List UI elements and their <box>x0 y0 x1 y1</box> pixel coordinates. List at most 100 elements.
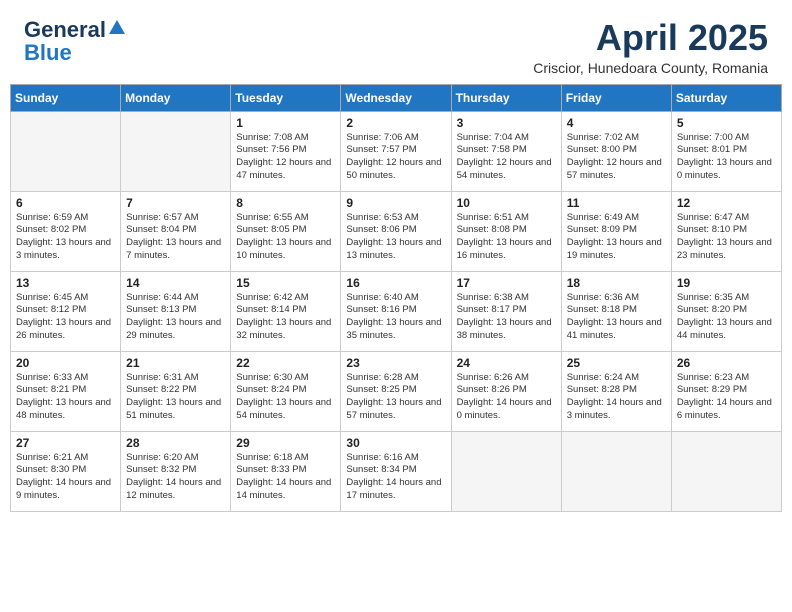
calendar-cell <box>561 431 671 511</box>
day-number: 12 <box>677 196 776 210</box>
cell-sun-info: Sunrise: 6:45 AM Sunset: 8:12 PM Dayligh… <box>16 292 115 343</box>
calendar-cell: 24Sunrise: 6:26 AM Sunset: 8:26 PM Dayli… <box>451 351 561 431</box>
calendar-table: SundayMondayTuesdayWednesdayThursdayFrid… <box>10 84 782 512</box>
calendar-cell: 18 Sunrise: 6:36 AM Sunset: 8:18 PM Dayli… <box>561 271 671 351</box>
calendar-cell: 23 Sunrise: 6:28 AM Sunset: 8:25 PM Dayli… <box>341 351 451 431</box>
cell-sun-info: Sunrise: 6:51 AM Sunset: 8:08 PM Dayligh… <box>457 212 556 263</box>
day-number: 15 <box>236 276 335 290</box>
calendar-header-row: SundayMondayTuesdayWednesdayThursdayFrid… <box>11 84 782 111</box>
calendar-cell: 30 Sunrise: 6:16 AM Sunset: 8:34 PM Dayli… <box>341 431 451 511</box>
calendar-cell: 2Sunrise: 7:06 AM Sunset: 7:57 PM Daylig… <box>341 111 451 191</box>
day-number: 2 <box>346 116 445 130</box>
calendar-cell <box>121 111 231 191</box>
day-number: 9 <box>346 196 445 210</box>
calendar-cell: 28 Sunrise: 6:20 AM Sunset: 8:32 PM Dayli… <box>121 431 231 511</box>
calendar-cell: 17 Sunrise: 6:38 AM Sunset: 8:17 PM Dayli… <box>451 271 561 351</box>
day-number: 6 <box>16 196 115 210</box>
calendar-cell: 14 Sunrise: 6:44 AM Sunset: 8:13 PM Dayli… <box>121 271 231 351</box>
cell-sun-info: Sunrise: 6:24 AM Sunset: 8:28 PM Dayligh… <box>567 372 666 423</box>
cell-sun-info: Sunrise: 7:04 AM Sunset: 7:58 PM Dayligh… <box>457 132 556 183</box>
calendar-cell: 19 Sunrise: 6:35 AM Sunset: 8:20 PM Dayli… <box>671 271 781 351</box>
cell-sun-info: Sunrise: 6:33 AM Sunset: 8:21 PM Dayligh… <box>16 372 115 423</box>
cell-sun-info: Sunrise: 6:49 AM Sunset: 8:09 PM Dayligh… <box>567 212 666 263</box>
day-number: 22 <box>236 356 335 370</box>
cell-sun-info: Sunrise: 6:59 AM Sunset: 8:02 PM Dayligh… <box>16 212 115 263</box>
calendar-cell: 3 Sunrise: 7:04 AM Sunset: 7:58 PM Daylig… <box>451 111 561 191</box>
calendar-cell: 16 Sunrise: 6:40 AM Sunset: 8:16 PM Dayli… <box>341 271 451 351</box>
day-number: 26 <box>677 356 776 370</box>
day-header-thursday: Thursday <box>451 84 561 111</box>
calendar-cell: 5Sunrise: 7:00 AM Sunset: 8:01 PM Daylig… <box>671 111 781 191</box>
cell-sun-info: Sunrise: 7:02 AM Sunset: 8:00 PM Dayligh… <box>567 132 666 183</box>
cell-sun-info: Sunrise: 6:28 AM Sunset: 8:25 PM Dayligh… <box>346 372 445 423</box>
cell-sun-info: Sunrise: 6:36 AM Sunset: 8:18 PM Dayligh… <box>567 292 666 343</box>
main-title: April 2025 <box>533 18 768 58</box>
calendar-cell: 11 Sunrise: 6:49 AM Sunset: 8:09 PM Dayli… <box>561 191 671 271</box>
calendar-cell: 1Sunrise: 7:08 AM Sunset: 7:56 PM Daylig… <box>231 111 341 191</box>
cell-sun-info: Sunrise: 6:35 AM Sunset: 8:20 PM Dayligh… <box>677 292 776 343</box>
calendar-cell: 27Sunrise: 6:21 AM Sunset: 8:30 PM Dayli… <box>11 431 121 511</box>
cell-sun-info: Sunrise: 6:30 AM Sunset: 8:24 PM Dayligh… <box>236 372 335 423</box>
day-number: 17 <box>457 276 556 290</box>
day-number: 1 <box>236 116 335 130</box>
cell-sun-info: Sunrise: 6:23 AM Sunset: 8:29 PM Dayligh… <box>677 372 776 423</box>
calendar-cell: 29 Sunrise: 6:18 AM Sunset: 8:33 PM Dayli… <box>231 431 341 511</box>
calendar-cell: 13 Sunrise: 6:45 AM Sunset: 8:12 PM Dayli… <box>11 271 121 351</box>
calendar-cell: 12 Sunrise: 6:47 AM Sunset: 8:10 PM Dayli… <box>671 191 781 271</box>
day-number: 10 <box>457 196 556 210</box>
day-number: 25 <box>567 356 666 370</box>
cell-sun-info: Sunrise: 7:00 AM Sunset: 8:01 PM Dayligh… <box>677 132 776 183</box>
calendar-cell: 8 Sunrise: 6:55 AM Sunset: 8:05 PM Daylig… <box>231 191 341 271</box>
calendar-cell: 10 Sunrise: 6:51 AM Sunset: 8:08 PM Dayli… <box>451 191 561 271</box>
calendar-cell: 4 Sunrise: 7:02 AM Sunset: 8:00 PM Daylig… <box>561 111 671 191</box>
week-row-1: 1Sunrise: 7:08 AM Sunset: 7:56 PM Daylig… <box>11 111 782 191</box>
cell-sun-info: Sunrise: 6:20 AM Sunset: 8:32 PM Dayligh… <box>126 452 225 503</box>
day-number: 8 <box>236 196 335 210</box>
calendar-cell: 20Sunrise: 6:33 AM Sunset: 8:21 PM Dayli… <box>11 351 121 431</box>
calendar-cell: 22 Sunrise: 6:30 AM Sunset: 8:24 PM Dayli… <box>231 351 341 431</box>
calendar-cell: 6 Sunrise: 6:59 AM Sunset: 8:02 PM Daylig… <box>11 191 121 271</box>
day-number: 3 <box>457 116 556 130</box>
cell-sun-info: Sunrise: 6:18 AM Sunset: 8:33 PM Dayligh… <box>236 452 335 503</box>
cell-sun-info: Sunrise: 6:16 AM Sunset: 8:34 PM Dayligh… <box>346 452 445 503</box>
day-number: 14 <box>126 276 225 290</box>
calendar-cell: 15 Sunrise: 6:42 AM Sunset: 8:14 PM Dayli… <box>231 271 341 351</box>
day-number: 7 <box>126 196 225 210</box>
cell-sun-info: Sunrise: 6:55 AM Sunset: 8:05 PM Dayligh… <box>236 212 335 263</box>
week-row-3: 13 Sunrise: 6:45 AM Sunset: 8:12 PM Dayli… <box>11 271 782 351</box>
day-number: 13 <box>16 276 115 290</box>
day-header-monday: Monday <box>121 84 231 111</box>
cell-sun-info: Sunrise: 6:47 AM Sunset: 8:10 PM Dayligh… <box>677 212 776 263</box>
subtitle: Criscior, Hunedoara County, Romania <box>533 60 768 76</box>
calendar-cell: 26 Sunrise: 6:23 AM Sunset: 8:29 PM Dayli… <box>671 351 781 431</box>
logo-general-text: General <box>24 19 106 41</box>
day-number: 28 <box>126 436 225 450</box>
day-number: 29 <box>236 436 335 450</box>
logo: General Blue <box>24 18 127 66</box>
day-number: 11 <box>567 196 666 210</box>
day-number: 23 <box>346 356 445 370</box>
day-number: 21 <box>126 356 225 370</box>
cell-sun-info: Sunrise: 6:57 AM Sunset: 8:04 PM Dayligh… <box>126 212 225 263</box>
day-header-wednesday: Wednesday <box>341 84 451 111</box>
cell-sun-info: Sunrise: 6:21 AM Sunset: 8:30 PM Dayligh… <box>16 452 115 503</box>
logo-icon <box>107 18 127 42</box>
day-header-sunday: Sunday <box>11 84 121 111</box>
day-header-saturday: Saturday <box>671 84 781 111</box>
cell-sun-info: Sunrise: 6:42 AM Sunset: 8:14 PM Dayligh… <box>236 292 335 343</box>
day-number: 30 <box>346 436 445 450</box>
cell-sun-info: Sunrise: 6:26 AM Sunset: 8:26 PM Dayligh… <box>457 372 556 423</box>
day-number: 19 <box>677 276 776 290</box>
cell-sun-info: Sunrise: 6:38 AM Sunset: 8:17 PM Dayligh… <box>457 292 556 343</box>
calendar-cell <box>11 111 121 191</box>
day-header-friday: Friday <box>561 84 671 111</box>
page-header: General Blue April 2025 Criscior, Hunedo… <box>0 0 792 84</box>
day-number: 18 <box>567 276 666 290</box>
day-header-tuesday: Tuesday <box>231 84 341 111</box>
calendar-cell: 25 Sunrise: 6:24 AM Sunset: 8:28 PM Dayli… <box>561 351 671 431</box>
day-number: 4 <box>567 116 666 130</box>
cell-sun-info: Sunrise: 6:40 AM Sunset: 8:16 PM Dayligh… <box>346 292 445 343</box>
calendar-cell: 9Sunrise: 6:53 AM Sunset: 8:06 PM Daylig… <box>341 191 451 271</box>
cell-sun-info: Sunrise: 6:44 AM Sunset: 8:13 PM Dayligh… <box>126 292 225 343</box>
day-number: 16 <box>346 276 445 290</box>
